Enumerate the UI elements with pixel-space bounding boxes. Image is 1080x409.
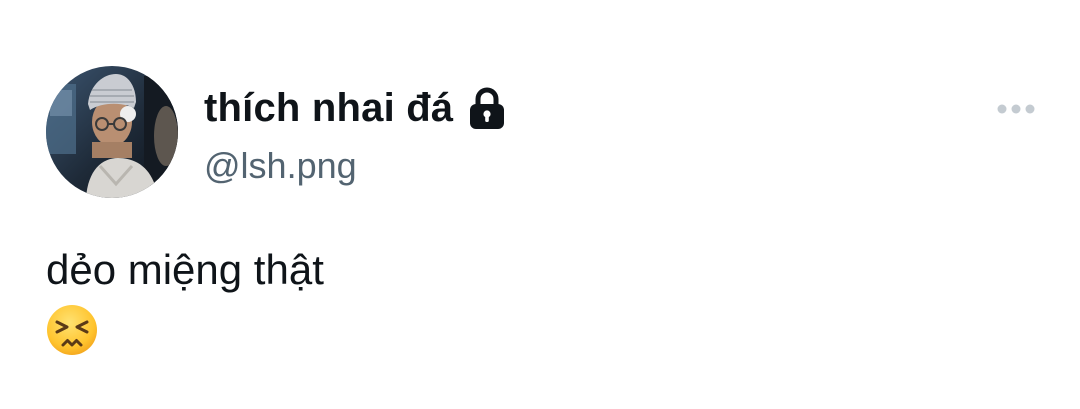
more-options-button[interactable] (992, 96, 1040, 122)
author-display-name[interactable]: thích nhai đá (204, 84, 453, 132)
avatar-photo-icon (46, 66, 178, 198)
author-handle[interactable]: @lsh.png (204, 144, 357, 188)
lock-icon (470, 87, 505, 129)
more-horizontal-icon (997, 104, 1035, 114)
tweet-card: thích nhai đá @lsh.png dẻo miệng thật (0, 0, 1080, 409)
display-name-row: thích nhai đá (204, 84, 505, 132)
tweet-text: dẻo miệng thật (46, 246, 324, 293)
author-avatar[interactable] (46, 66, 178, 198)
persevering-face-emoji-icon (47, 305, 97, 355)
